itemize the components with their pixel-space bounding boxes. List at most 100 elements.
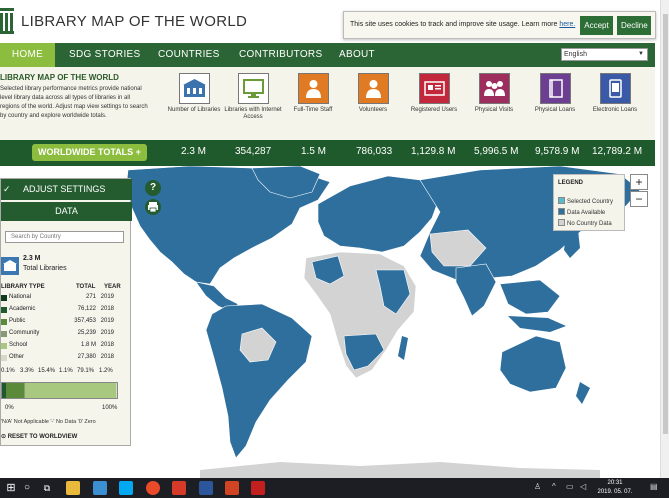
totals-bar: WORLDWIDE TOTALS + 2.3 M 354,287 1.5 M 7… [0,140,655,166]
stat-registered-users[interactable]: Registered Users [404,73,464,114]
windows-start-icon[interactable]: ⊞ [4,481,18,495]
table-row: Other 27,380 2018 [1,354,126,365]
zoom-in-button[interactable]: + [630,174,648,190]
info-band: LIBRARY MAP OF THE WORLD Selected librar… [0,67,655,140]
table-row: Community 25,239 2019 [1,330,126,341]
app-icon[interactable] [172,481,186,495]
stat-volunteers[interactable]: Volunteers [343,73,403,114]
scrollbar-thumb[interactable] [663,14,668,434]
site-header: LIBRARY MAP OF THE WORLD This site uses … [0,0,660,43]
table-row: National 271 2019 [1,294,126,305]
language-value: English [564,51,587,58]
total-header: TOTAL [76,284,96,290]
volume-icon[interactable]: ◁ [580,482,586,491]
main-nav: HOME SDG STORIES COUNTRIES CONTRIBUTORS … [0,43,655,67]
intro-title: LIBRARY MAP OF THE WORLD [0,73,119,82]
decline-cookies-button[interactable]: Decline [617,16,651,35]
volunteer-icon [357,73,389,104]
stat-staff[interactable]: Full-Time Staff [283,73,343,114]
network-icon[interactable]: ▭ [566,482,574,491]
chevron-down-icon: ▼ [638,51,644,57]
library-type-header: LIBRARY TYPE [1,284,45,290]
visitors-icon [478,73,510,104]
bar-segment-school [24,383,116,398]
legend-no-country-data: No Country Data [558,219,612,227]
adjust-settings-button[interactable]: ✓ ADJUST SETTINGS [1,179,132,200]
stat-label: Physical Loans [534,107,576,113]
word-icon[interactable] [199,481,213,495]
data-panel: ✓ ADJUST SETTINGS DATA Search by Country… [0,178,132,446]
tab-data[interactable]: DATA [1,202,132,221]
chrome-icon[interactable] [146,481,160,495]
page-scrollbar[interactable] [660,0,669,478]
language-select[interactable]: English ▼ [561,48,648,61]
total-electronic-loans: 12,789.2 M [592,146,643,157]
library-building-icon [1,257,19,275]
bar-segment-public [5,383,24,398]
stat-physical-loans[interactable]: Physical Loans [525,73,585,114]
zoom-out-button[interactable]: − [630,191,648,207]
pct-community: 1.1% [59,368,73,374]
cookie-banner: This site uses cookies to track and impr… [343,11,656,39]
bar-max-label: 100% [102,405,118,411]
stat-label: Full-Time Staff [293,107,333,113]
country-search-input[interactable]: Search by Country [5,231,124,243]
nav-sdg-stories[interactable]: SDG STORIES [69,43,140,67]
store-icon[interactable] [93,481,107,495]
cookie-learn-more-link[interactable]: here. [559,21,575,28]
chevron-up-icon[interactable]: ^ [552,482,556,491]
library-building-icon [178,73,210,104]
na-note: 'N/A' Not Applicable '-' No Data '0' Zer… [1,419,96,425]
check-icon: ✓ [3,184,11,194]
total-staff: 1.5 M [301,146,327,157]
map-antarctica [200,462,600,478]
map-india [455,263,497,317]
clock-time: 20:31 [607,480,623,486]
file-explorer-icon[interactable] [66,481,80,495]
bar-segment-other [115,383,117,398]
task-view-icon[interactable]: ⧉ [40,481,54,495]
nav-contributors[interactable]: CONTRIBUTORS [239,43,322,67]
staff-person-icon [297,73,329,104]
intro-text: Selected library performance metrics pro… [0,86,148,119]
stat-label: Number of Libraries [167,107,221,113]
legend-title: LEGEND [558,180,584,186]
taskbar-clock[interactable]: 20:31 2019. 05. 07. [590,479,640,497]
nav-about[interactable]: ABOUT [339,43,375,67]
total-libraries: 2.3 M [181,146,207,157]
map-madagascar [398,336,408,360]
stat-electronic-loans[interactable]: Electronic Loans [585,73,645,114]
people-icon[interactable]: ♙ [534,482,541,491]
map-south-america [205,303,313,459]
legend-selected-country: Selected Country [558,197,613,205]
legend-data-available: Data Available [558,208,605,216]
notification-icon[interactable]: ▤ [650,482,658,491]
stat-label: Volunteers [358,107,388,113]
ebook-icon [599,73,631,104]
search-icon[interactable]: ○ [20,481,34,495]
stat-physical-visits[interactable]: Physical Visits [464,73,524,114]
stat-internet[interactable]: Libraries with Internet Access [223,73,283,121]
book-icon [539,73,571,104]
nav-home[interactable]: HOME [0,43,55,67]
windows-taskbar: ⊞ ○ ⧉ ♙ ^ ▭ ◁ 20:31 2019. 05. 07. ▤ [0,478,669,498]
computer-icon [237,73,269,104]
accept-cookies-button[interactable]: Accept [580,16,613,35]
print-icon[interactable] [145,199,161,215]
total-physical-loans: 9,578.9 M [535,146,580,157]
help-icon[interactable]: ? [145,180,161,196]
year-header: YEAR [104,284,121,290]
total-registered-users: 1,129.8 M [411,146,456,157]
stat-label: Physical Visits [474,107,514,113]
reset-worldview-button[interactable]: ⊙ RESET TO WORLDVIEW [1,433,77,440]
powerpoint-icon[interactable] [225,481,239,495]
acrobat-icon[interactable] [251,481,265,495]
pct-national: 0.1% [1,368,15,374]
site-title[interactable]: LIBRARY MAP OF THE WORLD [21,13,247,30]
clock-date: 2019. 05. 07. [597,489,633,495]
total-libraries-value: 2.3 M [23,255,41,262]
skype-icon[interactable] [119,481,133,495]
nav-countries[interactable]: COUNTRIES [158,43,220,67]
stat-libraries[interactable]: Number of Libraries [164,73,224,114]
worldwide-totals-button[interactable]: WORLDWIDE TOTALS + [32,144,147,161]
